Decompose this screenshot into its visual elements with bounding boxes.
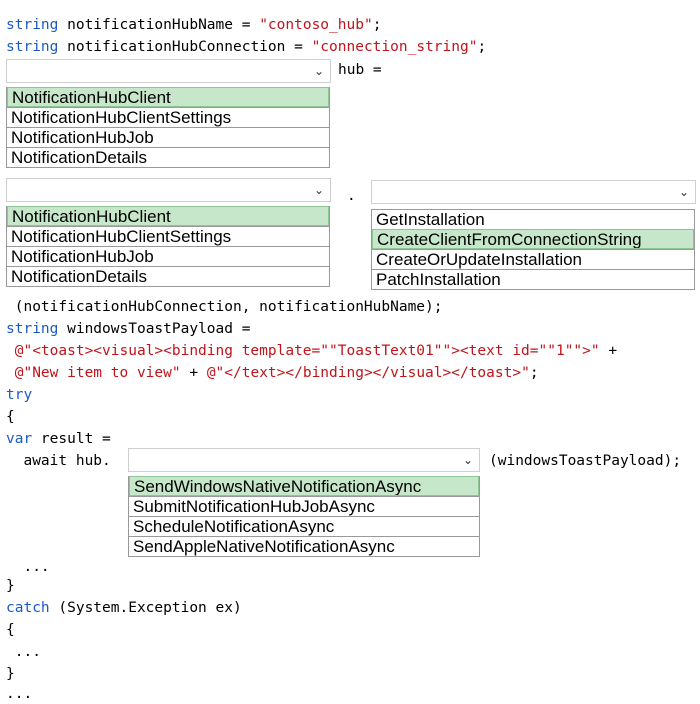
code-line-catch: catch (System.Exception ex): [6, 598, 242, 618]
code-line-hub-name: string notificationHubName = "contoso_hu…: [6, 15, 381, 35]
keyword: var: [6, 431, 33, 447]
dropdown-4-option[interactable]: ScheduleNotificationAsync: [129, 516, 479, 536]
ellipsis: ...: [6, 686, 33, 702]
dropdown-2-option[interactable]: NotificationHubClient: [7, 206, 329, 226]
keyword: string: [6, 321, 59, 337]
code-line-payload-2: @"New item to view" + @"</text></binding…: [6, 363, 539, 383]
chevron-down-icon: ⌄: [313, 183, 324, 197]
dropdown-2-options: NotificationHubClient NotificationHubCli…: [6, 206, 330, 287]
await-hub-line: await hub.: [6, 453, 111, 469]
dropdown-4-select[interactable]: ⌄: [128, 448, 480, 472]
dropdown-2-option[interactable]: NotificationDetails: [7, 266, 329, 286]
dropdown-2-select[interactable]: ⌄: [6, 178, 331, 202]
ellipsis: ...: [6, 559, 50, 575]
dropdown-3-options: GetInstallation CreateClientFromConnecti…: [371, 209, 695, 290]
dropdown-2-option[interactable]: NotificationHubJob: [7, 246, 329, 266]
dropdown-4-option[interactable]: SendAppleNativeNotificationAsync: [129, 536, 479, 556]
dropdown-3-option[interactable]: GetInstallation: [372, 209, 694, 229]
keyword: string: [6, 17, 59, 33]
dropdown-3-select[interactable]: ⌄: [371, 180, 696, 204]
dropdown-4-option[interactable]: SubmitNotificationHubJobAsync: [129, 496, 479, 516]
ellipsis: ...: [6, 644, 41, 660]
try-keyword: try: [6, 387, 33, 403]
chevron-down-icon: ⌄: [462, 453, 473, 467]
terminator: ;: [372, 17, 382, 33]
declaration: (System.Exception ex): [49, 600, 242, 616]
member-access-dot: .: [347, 188, 356, 204]
hub-assignment: hub =: [338, 62, 382, 78]
code-line-hub-connection: string notificationHubConnection = "conn…: [6, 37, 486, 57]
dropdown-2-option[interactable]: NotificationHubClientSettings: [7, 226, 329, 246]
declaration: notificationHubConnection =: [58, 39, 312, 55]
string-literal: @"New item to view": [6, 365, 181, 381]
dropdown-1-options: NotificationHubClient NotificationHubCli…: [6, 87, 330, 168]
send-args: (windowsToastPayload);: [489, 453, 682, 469]
open-brace: {: [6, 409, 15, 425]
dropdown-3-option[interactable]: CreateClientFromConnectionString: [372, 229, 694, 249]
dropdown-1-option[interactable]: NotificationHubClient: [7, 87, 329, 107]
dropdown-1-select[interactable]: ⌄: [6, 59, 331, 83]
declaration: result =: [32, 431, 111, 447]
chevron-down-icon: ⌄: [313, 64, 324, 78]
keyword: string: [6, 39, 59, 55]
terminator: ;: [477, 39, 487, 55]
code-line-payload-decl: string windowsToastPayload =: [6, 319, 250, 339]
keyword: catch: [6, 600, 50, 616]
terminator: ;: [529, 365, 539, 381]
dropdown-1-option[interactable]: NotificationHubJob: [7, 127, 329, 147]
open-brace: {: [6, 622, 15, 638]
code-line-payload-1: @"<toast><visual><binding template=""Toa…: [6, 341, 617, 361]
dropdown-4-option[interactable]: SendWindowsNativeNotificationAsync: [129, 476, 479, 496]
close-brace: }: [6, 578, 15, 594]
declaration: notificationHubName =: [58, 17, 260, 33]
declaration: windowsToastPayload =: [58, 321, 251, 337]
dropdown-3-option[interactable]: PatchInstallation: [372, 269, 694, 289]
code-line-var-result: var result =: [6, 429, 111, 449]
operator: +: [599, 343, 618, 359]
dropdown-1-option[interactable]: NotificationDetails: [7, 147, 329, 167]
close-brace: }: [6, 666, 15, 682]
dropdown-3-option[interactable]: CreateOrUpdateInstallation: [372, 249, 694, 269]
dropdown-1-option[interactable]: NotificationHubClientSettings: [7, 107, 329, 127]
client-args-line: (notificationHubConnection, notification…: [6, 299, 443, 315]
operator: +: [180, 365, 207, 381]
chevron-down-icon: ⌄: [678, 185, 689, 199]
string-literal: @"<toast><visual><binding template=""Toa…: [6, 343, 600, 359]
string-literal: @"</text></binding></visual></toast>": [206, 365, 530, 381]
string-literal: "contoso_hub": [259, 17, 373, 33]
string-literal: "connection_string": [311, 39, 478, 55]
dropdown-4-options: SendWindowsNativeNotificationAsync Submi…: [128, 476, 480, 557]
